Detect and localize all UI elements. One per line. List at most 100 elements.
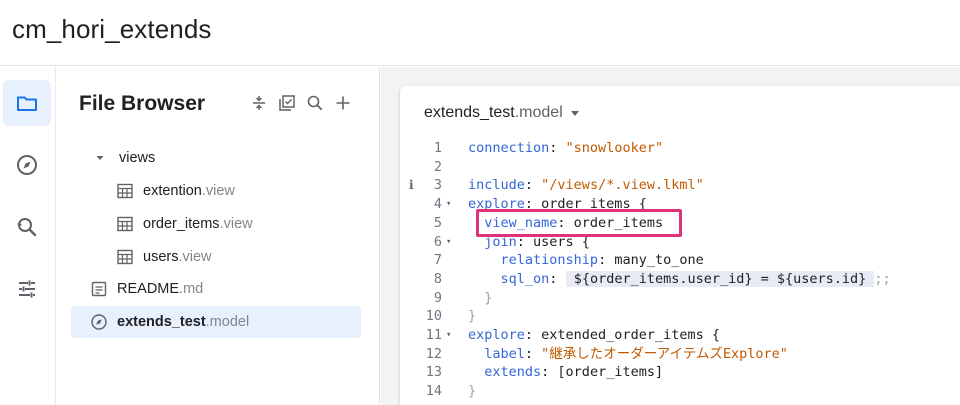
line-number: 4: [433, 196, 442, 213]
add-icon: [336, 96, 350, 110]
line-number: 10: [425, 308, 442, 325]
file-tree-item[interactable]: users .view: [115, 241, 212, 273]
collapse-icon: [253, 96, 265, 110]
add-file-button[interactable]: [333, 93, 353, 113]
project-title: cm_hori_extends: [12, 14, 212, 44]
code-token: : extended_order_items {: [524, 327, 720, 343]
file-tab-ext: .model: [514, 104, 563, 121]
fold-toggle-icon[interactable]: ▾: [446, 233, 456, 252]
code-token: sql_on: [500, 270, 550, 287]
file-tree-item-name: extention: [143, 183, 202, 199]
code-line[interactable]: label: "継承したオーダーアイテムズExplore": [468, 345, 788, 364]
file-tree-item-ext: .view: [219, 216, 253, 232]
file-tree-item-ext: .view: [201, 183, 235, 199]
code-token: :: [524, 177, 542, 194]
document-icon: [89, 279, 109, 299]
file-browser-panel: File Browser views extention .view order_it…: [57, 67, 380, 405]
code-line[interactable]: extends: [order_items]: [468, 363, 663, 382]
search-files-button[interactable]: [305, 93, 325, 113]
code-line[interactable]: include: "/views/*.view.lkml": [468, 176, 704, 195]
code-line[interactable]: }: [468, 307, 476, 326]
table-icon: [115, 181, 135, 201]
code-token: "/views/*.view.lkml": [541, 177, 704, 194]
rail-explore-button[interactable]: [3, 142, 51, 188]
file-tree-item[interactable]: views: [93, 142, 155, 174]
file-tree-item-name: order_items: [143, 216, 220, 232]
code-token: }: [484, 289, 493, 306]
line-number: 1: [433, 140, 442, 156]
info-icon[interactable]: i: [409, 176, 419, 195]
file-tree-item-name: views: [119, 150, 156, 166]
rail-settings-button[interactable]: [3, 266, 51, 312]
code-token: extends: [484, 364, 542, 381]
compass-icon: [89, 312, 109, 332]
caret-down-icon[interactable]: [570, 110, 579, 116]
file-tree-item-ext: .model: [205, 314, 250, 330]
code-token: relationship: [500, 252, 599, 269]
file-tab-name: extends_test: [424, 104, 515, 121]
search-history-icon: [17, 218, 37, 237]
code-token: label: [484, 345, 525, 362]
multiselect-button[interactable]: [277, 93, 297, 113]
code-token: ${order_items.user_id} = ${users.id}: [565, 270, 875, 287]
code-line[interactable]: sql_on: ${order_items.user_id} = ${users…: [468, 270, 891, 289]
file-tree-item[interactable]: extends_test .model: [71, 306, 361, 338]
code-token: connection: [468, 140, 550, 156]
code-line[interactable]: connection: "snowlooker": [468, 139, 663, 158]
code-token: explore: [468, 327, 525, 343]
fold-toggle-icon[interactable]: ▾: [446, 326, 456, 345]
line-number: 6: [433, 233, 442, 250]
file-tree-item[interactable]: order_items .view: [115, 208, 253, 240]
file-tree-item-name: extends_test: [117, 314, 206, 330]
file-browser-toolbar: [249, 93, 353, 113]
chevron-down-icon[interactable]: [93, 148, 107, 168]
rail-search-button[interactable]: [3, 204, 51, 250]
rail-file-browser-button[interactable]: [3, 80, 51, 126]
code-token: "snowlooker": [565, 140, 664, 156]
table-icon: [115, 214, 135, 234]
file-browser-title: File Browser: [79, 92, 206, 115]
code-token: include: [468, 177, 525, 194]
file-tree-item-ext: .view: [178, 249, 212, 265]
search-icon: [307, 95, 323, 111]
code-token: : many_to_one: [598, 252, 704, 269]
file-tree-item-name: users: [143, 249, 179, 265]
line-number: 12: [425, 345, 442, 362]
file-tree-item-ext: .md: [179, 281, 204, 297]
code-editor: extends_test .model 1 connection: "snowloo…: [400, 86, 960, 405]
code-token: : [order_items]: [541, 364, 664, 381]
line-number: 7: [433, 252, 442, 269]
line-number: 11: [425, 327, 442, 343]
table-icon: [115, 247, 135, 267]
multiselect-icon: [279, 95, 295, 111]
code-token: :: [524, 345, 542, 362]
code-token: }: [468, 308, 477, 325]
code-line[interactable]: relationship: many_to_one: [468, 251, 704, 270]
sliders-icon: [19, 280, 35, 298]
nav-rail: [0, 67, 56, 405]
line-number: 5: [433, 214, 442, 231]
file-tree-item[interactable]: README .md: [89, 273, 203, 305]
file-tree-item[interactable]: extention .view: [115, 175, 235, 207]
file-tab[interactable]: extends_test .model: [424, 104, 579, 122]
code-token: }: [468, 383, 477, 400]
fold-toggle-icon[interactable]: ▾: [446, 195, 456, 214]
collapse-all-button[interactable]: [249, 93, 269, 113]
annotation-highlight-box: [476, 209, 682, 237]
compass-icon: [17, 155, 37, 175]
code-line[interactable]: }: [468, 382, 476, 401]
code-token: :: [549, 270, 566, 287]
code-line[interactable]: }: [468, 289, 492, 308]
line-number: 13: [425, 364, 442, 381]
folder-icon: [17, 96, 37, 111]
line-number: 14: [425, 383, 442, 400]
code-line[interactable]: explore: extended_order_items {: [468, 326, 720, 345]
code-token: :: [549, 140, 566, 156]
line-number: 2: [433, 158, 442, 175]
top-bar: cm_hori_extends: [0, 0, 960, 66]
